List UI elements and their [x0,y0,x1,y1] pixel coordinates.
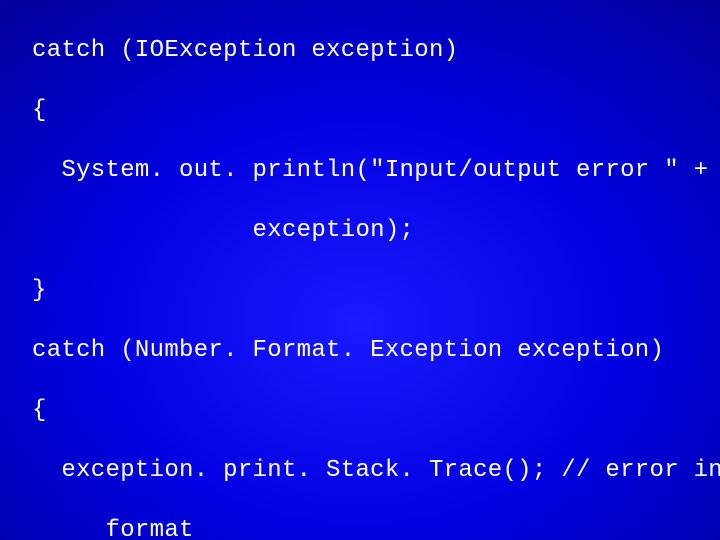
code-line: exception. print. Stack. Trace(); // err… [32,456,720,486]
code-line: exception); [32,216,720,246]
code-line: System. out. println("Input/output error… [32,156,720,186]
code-block: catch (IOException exception) { System. … [0,0,720,540]
code-line: { [32,396,720,426]
code-line: { [32,96,720,126]
code-line: } [32,276,720,306]
code-line: format [32,516,720,540]
code-line: catch (IOException exception) [32,36,720,66]
code-line: catch (Number. Format. Exception excepti… [32,336,720,366]
